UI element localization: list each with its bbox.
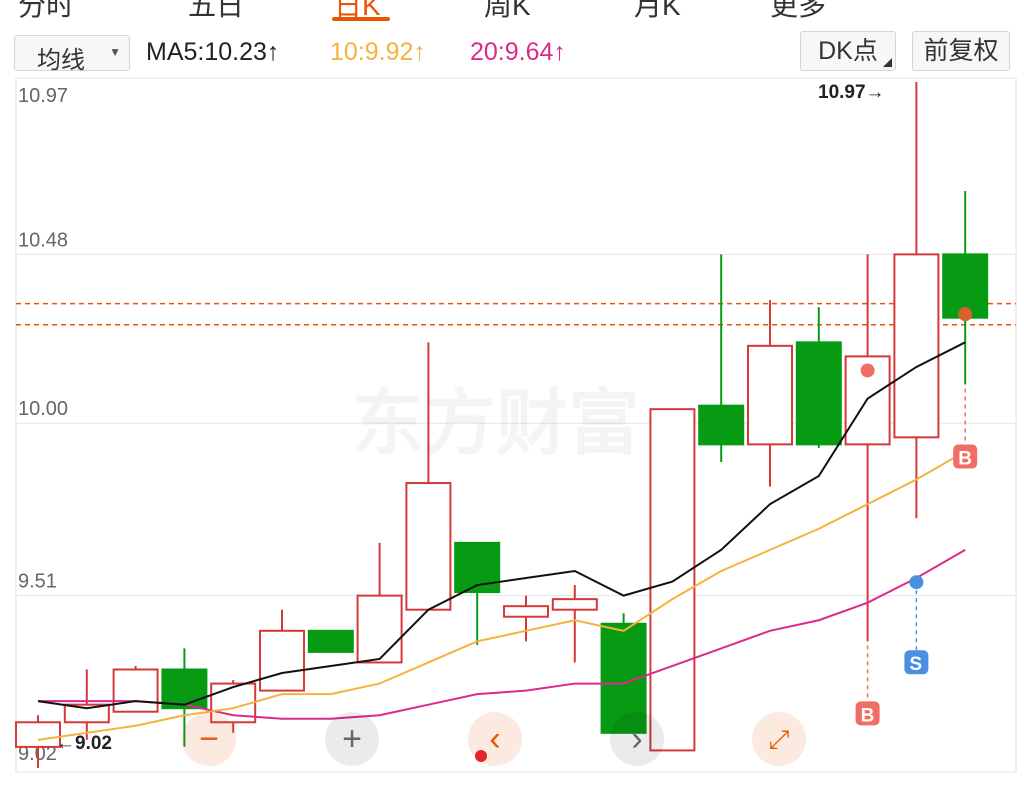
candle-body — [649, 408, 696, 752]
zoom-in-button[interactable]: + — [325, 712, 379, 766]
buy-signal-dot — [860, 363, 875, 378]
fullscreen-button[interactable]: ⤢ — [752, 712, 806, 766]
watermark: 东方财富 — [352, 381, 640, 465]
expand-icon: ⤢ — [768, 724, 790, 754]
plus-icon: + — [342, 720, 362, 758]
minus-icon: − — [199, 720, 219, 758]
candle-body — [356, 594, 403, 664]
candle-body — [405, 482, 452, 611]
y-tick-label: 10.00 — [18, 398, 68, 420]
candle-body — [307, 629, 354, 653]
candle-body — [161, 668, 208, 710]
candle-body — [698, 404, 745, 446]
buy-signal-text: B — [958, 449, 972, 470]
scroll-right-button[interactable]: › — [610, 712, 664, 766]
chevron-left-icon: ‹ — [489, 720, 501, 758]
y-tick-label: 10.48 — [18, 229, 68, 251]
zoom-out-button[interactable]: − — [182, 712, 236, 766]
candle-body — [503, 605, 549, 618]
sell-signal-text: S — [909, 654, 922, 675]
sell-signal-dot — [909, 575, 924, 590]
buy-signal-dot — [958, 307, 973, 322]
candle-body — [112, 668, 159, 713]
candle-body — [795, 341, 842, 446]
y-tick-label: 10.97 — [18, 85, 68, 107]
candle-body — [259, 629, 305, 692]
kline-chart[interactable]: 东方财富 10.9710.4810.009.519.02 BBS 10.97→ … — [0, 0, 1024, 785]
high-price-label: 10.97→ — [818, 82, 885, 103]
candle-body — [551, 598, 598, 611]
candle-body — [893, 253, 940, 439]
chevron-right-icon: › — [631, 720, 643, 758]
reference-lines — [16, 302, 1016, 326]
candle-body — [747, 344, 793, 446]
chart-controls: − + ‹ › ⤢ — [0, 712, 1024, 772]
position-dot — [475, 750, 487, 762]
y-tick-label: 9.51 — [18, 571, 57, 593]
y-axis-labels: 10.9710.4810.009.519.02 — [18, 85, 68, 765]
